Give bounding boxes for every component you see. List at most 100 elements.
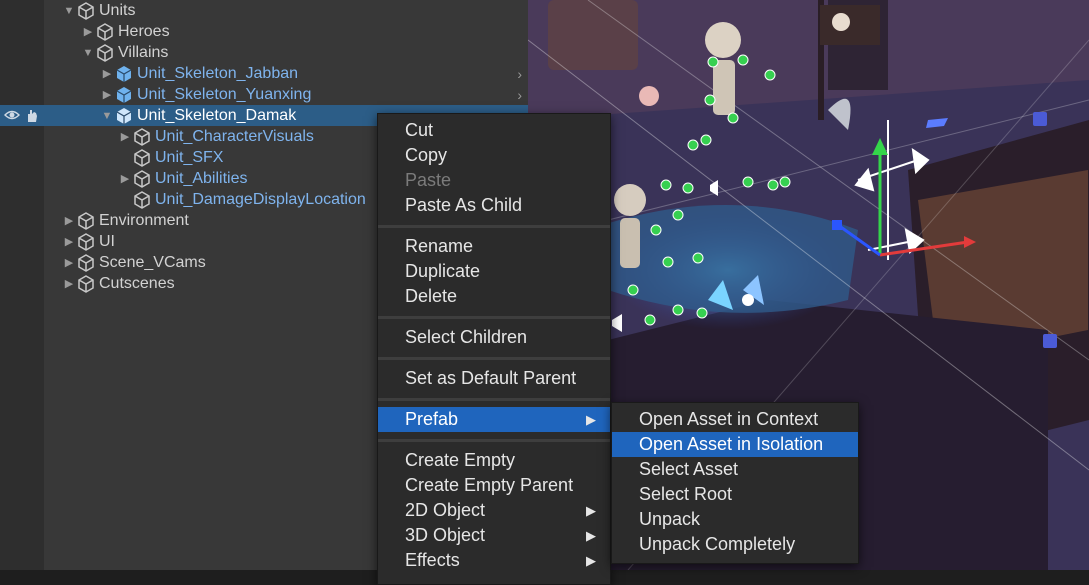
menu-item-label: Prefab (405, 409, 459, 429)
menu-item-label: Unpack (639, 509, 701, 529)
fold-arrow-icon[interactable]: ▶ (62, 277, 76, 290)
menu-item-set-as-default-parent[interactable]: Set as Default Parent (378, 366, 610, 391)
hierarchy-row-label: Scene_VCams (99, 253, 206, 271)
hierarchy-row-label: Environment (99, 211, 189, 229)
submenu-item-unpack-completely[interactable]: Unpack Completely (612, 532, 858, 557)
gameobject-cube-icon (76, 232, 96, 252)
menu-item-label: Effects (405, 550, 460, 570)
hierarchy-row-label: Heroes (118, 22, 170, 40)
fold-arrow-icon[interactable]: ▼ (62, 5, 76, 17)
menu-item-label: Unpack Completely (639, 534, 796, 554)
menu-item-label: Select Asset (639, 459, 739, 479)
menu-item-create-empty-parent[interactable]: Create Empty Parent (378, 473, 610, 498)
prefab-submenu: Open Asset in Context Open Asset in Isol… (611, 402, 859, 564)
menu-item-label: Paste As Child (405, 195, 523, 215)
menu-item-label: Copy (405, 145, 448, 165)
fold-arrow-icon[interactable]: ▶ (118, 172, 132, 185)
gameobject-cube-icon (76, 253, 96, 273)
fold-arrow-icon[interactable]: ▶ (100, 88, 114, 101)
menu-item-paste: Paste (378, 168, 610, 193)
menu-item-label: Create Empty (405, 450, 516, 470)
gameobject-cube-icon (132, 127, 152, 147)
hierarchy-row-label: Unit_Abilities (155, 169, 248, 187)
hierarchy-row-label: Unit_SFX (155, 148, 224, 166)
prefab-cube-icon (114, 106, 134, 126)
fold-arrow-icon[interactable]: ▼ (81, 47, 95, 59)
triangle-right-icon: ▶ (586, 503, 596, 518)
hand-icon[interactable] (24, 107, 40, 123)
prefab-cube-icon (114, 64, 134, 84)
hierarchy-row-heroes[interactable]: ▶ Heroes (0, 21, 528, 42)
menu-separator (378, 357, 610, 360)
gameobject-cube-icon (132, 148, 152, 168)
menu-item-delete[interactable]: Delete (378, 284, 610, 309)
gameobject-cube-icon (76, 1, 96, 21)
menu-item-create-empty[interactable]: Create Empty (378, 448, 610, 473)
menu-item-effects[interactable]: Effects ▶ (378, 548, 610, 573)
menu-item-cut[interactable]: Cut (378, 118, 610, 143)
fold-arrow-icon[interactable]: ▶ (62, 256, 76, 269)
hierarchy-row-units[interactable]: ▼ Units (0, 0, 528, 21)
chevron-right-icon[interactable]: › (517, 87, 522, 103)
menu-separator (378, 225, 610, 228)
submenu-item-open-asset-in-context[interactable]: Open Asset in Context (612, 407, 858, 432)
gameobject-cube-icon (76, 211, 96, 231)
fold-arrow-icon[interactable]: ▶ (81, 25, 95, 38)
submenu-item-select-asset[interactable]: Select Asset (612, 457, 858, 482)
menu-item-label: Set as Default Parent (405, 368, 577, 388)
hierarchy-row-label: Unit_Skeleton_Yuanxing (137, 85, 312, 103)
fold-arrow-icon[interactable]: ▶ (118, 130, 132, 143)
menu-item-label: Rename (405, 236, 474, 256)
submenu-item-unpack[interactable]: Unpack (612, 507, 858, 532)
eye-icon[interactable] (4, 107, 20, 123)
hierarchy-row-unit-skeleton-jabban[interactable]: ▶ Unit_Skeleton_Jabban › (0, 63, 528, 84)
gameobject-cube-icon (95, 43, 115, 63)
triangle-right-icon: ▶ (586, 412, 596, 427)
menu-item-label: Select Children (405, 327, 528, 347)
menu-item-label: 3D Object (405, 525, 486, 545)
menu-item-select-children[interactable]: Select Children (378, 325, 610, 350)
menu-item-label: Duplicate (405, 261, 481, 281)
chevron-right-icon[interactable]: › (517, 66, 522, 82)
hierarchy-row-label: Unit_CharacterVisuals (155, 127, 314, 145)
menu-separator (378, 439, 610, 442)
hierarchy-row-label: Units (99, 1, 136, 19)
menu-item-prefab[interactable]: Prefab ▶ (378, 407, 610, 432)
triangle-right-icon: ▶ (586, 528, 596, 543)
menu-item-3d-object[interactable]: 3D Object ▶ (378, 523, 610, 548)
prefab-cube-icon (114, 85, 134, 105)
hierarchy-row-unit-skeleton-yuanxing[interactable]: ▶ Unit_Skeleton_Yuanxing › (0, 84, 528, 105)
fold-arrow-icon[interactable]: ▶ (62, 235, 76, 248)
fold-arrow-icon[interactable]: ▼ (100, 110, 114, 122)
hierarchy-row-label: Cutscenes (99, 274, 175, 292)
fold-arrow-icon[interactable]: ▶ (62, 214, 76, 227)
menu-item-paste-as-child[interactable]: Paste As Child (378, 193, 610, 218)
gameobject-cube-icon (132, 190, 152, 210)
hierarchy-row-label: Unit_DamageDisplayLocation (155, 190, 366, 208)
hierarchy-row-label: Villains (118, 43, 169, 61)
menu-item-label: Open Asset in Context (639, 409, 819, 429)
hierarchy-row-label: Unit_Skeleton_Jabban (137, 64, 299, 82)
hierarchy-row-label: UI (99, 232, 115, 250)
context-menu: Cut Copy Paste Paste As Child Rename Dup… (377, 113, 611, 585)
submenu-item-open-asset-in-isolation[interactable]: Open Asset in Isolation (612, 432, 858, 457)
menu-item-2d-object[interactable]: 2D Object ▶ (378, 498, 610, 523)
menu-item-duplicate[interactable]: Duplicate (378, 259, 610, 284)
gameobject-cube-icon (76, 274, 96, 294)
menu-item-label: Select Root (639, 484, 733, 504)
submenu-item-select-root[interactable]: Select Root (612, 482, 858, 507)
triangle-right-icon: ▶ (586, 553, 596, 568)
menu-item-copy[interactable]: Copy (378, 143, 610, 168)
fold-arrow-icon[interactable]: ▶ (100, 67, 114, 80)
menu-item-label: Open Asset in Isolation (639, 434, 824, 454)
hierarchy-row-villains[interactable]: ▼ Villains (0, 42, 528, 63)
menu-item-label: Create Empty Parent (405, 475, 574, 495)
menu-item-label: Paste (405, 170, 452, 190)
menu-separator (378, 316, 610, 319)
menu-item-label: Delete (405, 286, 458, 306)
gameobject-cube-icon (95, 22, 115, 42)
gameobject-cube-icon (132, 169, 152, 189)
menu-item-rename[interactable]: Rename (378, 234, 610, 259)
menu-item-label: Cut (405, 120, 434, 140)
menu-item-label: 2D Object (405, 500, 486, 520)
